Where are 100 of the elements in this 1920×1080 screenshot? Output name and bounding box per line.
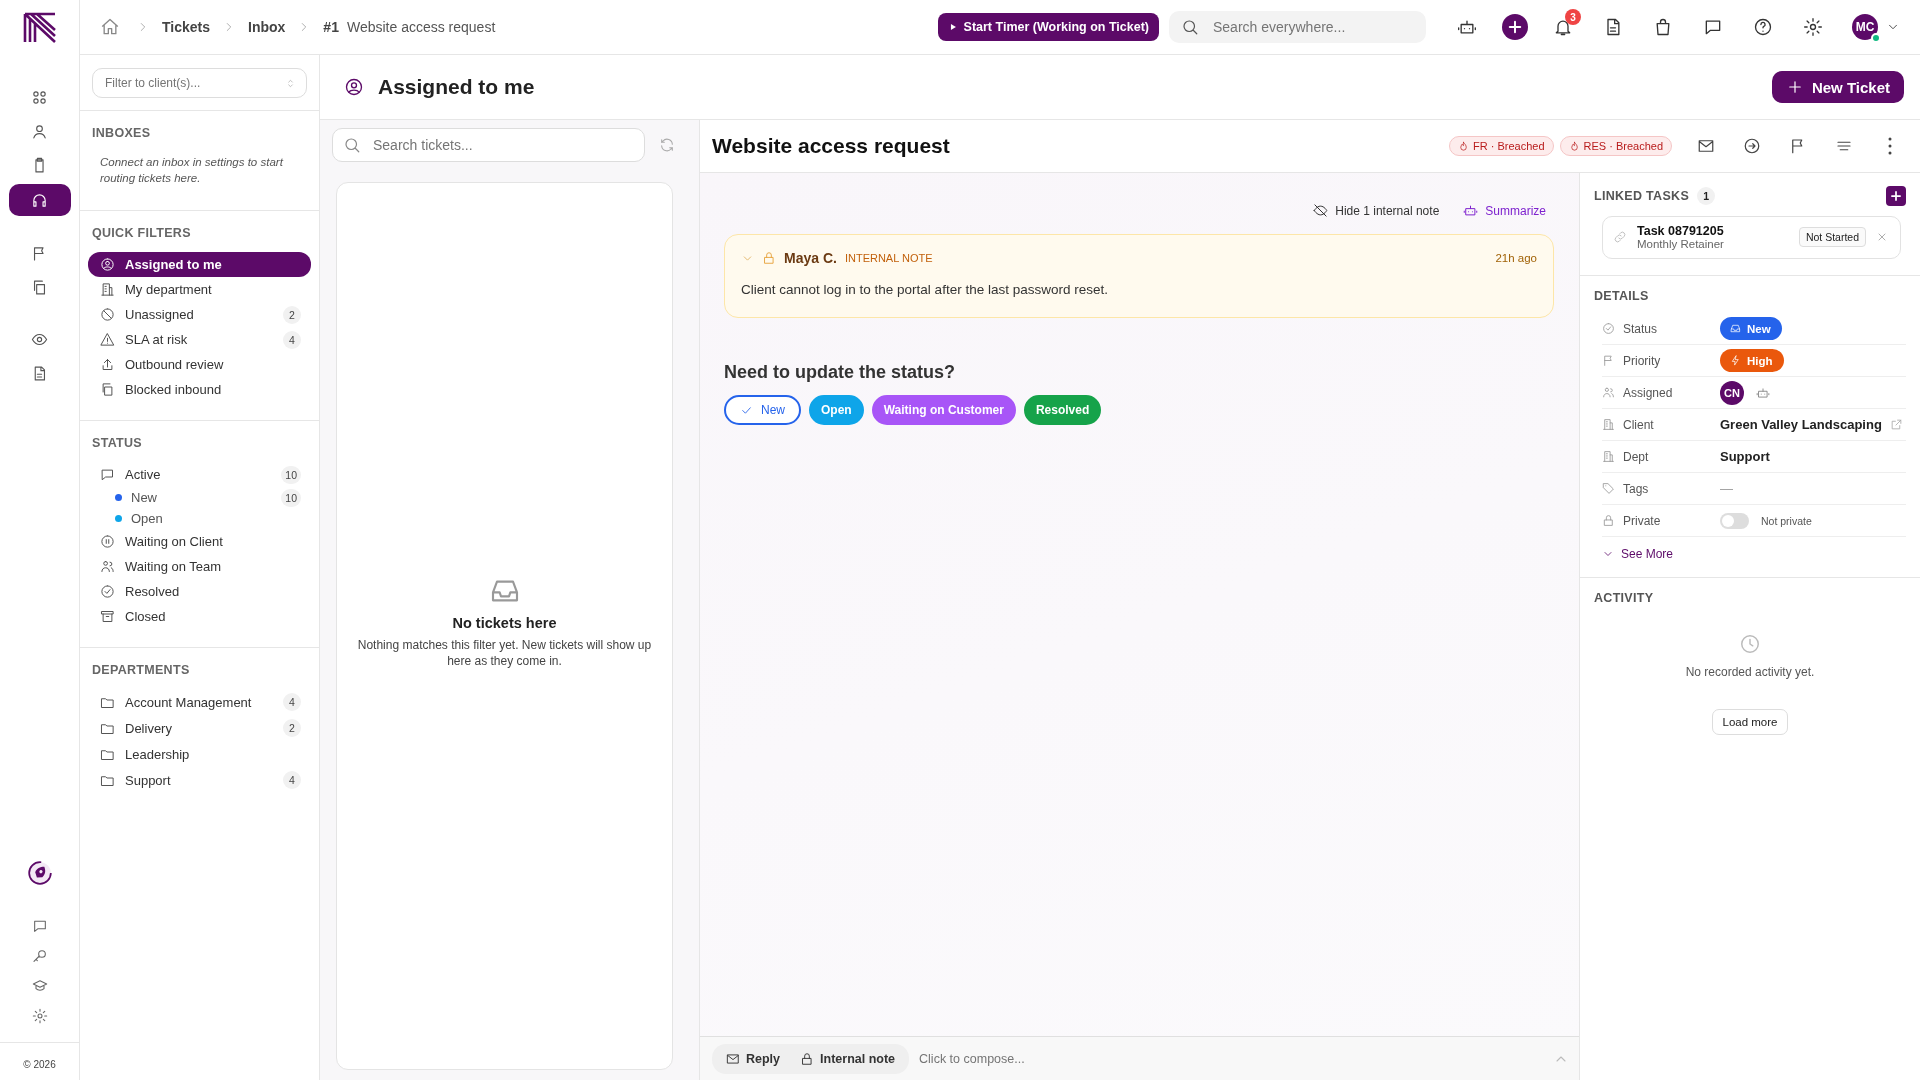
chat-icon	[100, 467, 115, 482]
status-filter-item[interactable]: Waiting on Team	[88, 554, 311, 579]
robot-icon[interactable]	[1756, 385, 1770, 400]
hide-notes-link[interactable]: Hide 1 internal note	[1313, 203, 1440, 218]
client-link[interactable]: Green Valley Landscaping	[1720, 417, 1882, 432]
detail-label: Private	[1623, 513, 1662, 528]
note-text: Client cannot log in to the portal after the last password reset.	[741, 282, 1109, 297]
building-icon	[100, 282, 115, 297]
status-option-button[interactable]: Waiting on Customer	[871, 395, 1016, 425]
detail-value: —	[1720, 481, 1733, 496]
search-icon	[343, 136, 361, 154]
breadcrumb-link[interactable]: Tickets	[162, 19, 210, 35]
upload-icon	[100, 357, 115, 372]
linked-task-count: 1	[1697, 187, 1716, 205]
quick-filter-item[interactable]: Blocked inbound	[88, 377, 311, 402]
detail-value: Support	[1720, 449, 1770, 464]
breadcrumb-current: Website access request	[346, 19, 496, 35]
check-circle-icon	[1602, 322, 1615, 335]
status-filter-item[interactable]: Closed	[88, 604, 311, 629]
note-author: Maya C.	[784, 250, 837, 266]
quick-filter-item[interactable]: Assigned to me	[88, 252, 311, 277]
quick-filter-item[interactable]: My department	[88, 277, 311, 302]
building-icon	[1602, 418, 1615, 431]
status-filter-item[interactable]: New 10	[88, 487, 311, 508]
nav-button[interactable]	[8, 184, 71, 216]
user-avatar[interactable]: MC	[1852, 14, 1878, 40]
status-filter-item[interactable]: Active 10	[88, 462, 311, 487]
headset-icon	[31, 191, 48, 209]
add-task-button[interactable]	[1886, 186, 1906, 206]
bell-button[interactable]: 3	[1545, 9, 1581, 45]
toggle-label: Not private	[1761, 514, 1812, 527]
sla-breached-badge: FR · Breached	[1449, 136, 1554, 156]
up-down-chevron-icon	[285, 77, 296, 89]
status-filter-item[interactable]: Waiting on Client	[88, 529, 311, 554]
start-timer-button[interactable]: Start Timer (Working on Ticket)	[937, 13, 1159, 41]
detail-label: Client	[1623, 417, 1655, 432]
chat-icon[interactable]	[31, 918, 48, 934]
add-button[interactable]	[1502, 14, 1528, 40]
ticket-search-field[interactable]: Search tickets...	[371, 136, 634, 154]
quick-filter-item[interactable]: Unassigned 2	[88, 302, 311, 327]
quick-filter-item[interactable]: Outbound review	[88, 352, 311, 377]
status-option-button[interactable]: New	[724, 395, 801, 425]
mail-icon	[726, 1051, 740, 1066]
global-search-field[interactable]: Search everywhere...	[1169, 11, 1426, 43]
ticket-number: #1	[323, 19, 339, 35]
ban-icon	[100, 307, 115, 322]
assignee-avatar[interactable]: CN	[1720, 380, 1744, 405]
section-heading: DEPARTMENTS	[91, 663, 191, 679]
detail-badge[interactable]: New	[1720, 317, 1782, 340]
link-icon	[1613, 230, 1627, 244]
department-item[interactable]: Support 4	[88, 767, 311, 793]
status-prompt: Need to update the status?	[724, 362, 957, 383]
department-item[interactable]: Delivery 2	[88, 715, 311, 741]
global-search-field[interactable]: Search everywhere...	[1211, 18, 1414, 36]
private-toggle[interactable]	[1720, 512, 1749, 529]
internal-note-tab[interactable]: Internal note	[790, 1045, 906, 1072]
copyright-text: © 2026	[23, 1059, 56, 1070]
new-ticket-button[interactable]: New Ticket	[1771, 71, 1904, 103]
settings-icon	[1803, 17, 1823, 37]
client-filter-field[interactable]: Filter to client(s)...	[92, 68, 307, 98]
plus-icon	[1506, 18, 1524, 36]
logo[interactable]	[21, 11, 58, 44]
clock-icon	[1739, 633, 1761, 655]
status-filter-item[interactable]: Open	[88, 508, 311, 529]
detail-badge[interactable]: High	[1720, 349, 1784, 372]
task-name: Task 08791205	[1637, 224, 1724, 238]
graduation-cap-icon[interactable]	[31, 978, 48, 994]
lock-icon	[1602, 514, 1615, 527]
copy-icon	[31, 278, 48, 296]
eye-off-icon	[1313, 203, 1329, 218]
quick-filter-item[interactable]: SLA at risk 4	[88, 327, 311, 352]
load-more-button[interactable]: Load more	[1711, 709, 1789, 735]
inbox-hint: Connect an inbox in settings to start routing tickets here.	[99, 155, 285, 186]
users-icon	[1602, 386, 1615, 399]
reply-tab[interactable]: Reply	[716, 1045, 791, 1072]
department-item[interactable]: Leadership	[88, 741, 311, 767]
summarize-link[interactable]: Summarize	[1463, 203, 1546, 218]
note-time: 21h ago	[1495, 252, 1537, 264]
detail-label: Dept	[1623, 449, 1650, 464]
settings-icon[interactable]	[31, 1008, 48, 1024]
copy-icon	[100, 382, 115, 397]
status-filter-item[interactable]: Resolved	[88, 579, 311, 604]
section-heading: DETAILS	[1594, 289, 1649, 303]
compose-field[interactable]: Click to compose...	[917, 1050, 1545, 1067]
archive-icon	[100, 609, 115, 624]
tag-icon	[1602, 482, 1615, 495]
client-filter-field[interactable]: Filter to client(s)...	[103, 75, 285, 91]
apps-icon	[31, 88, 48, 106]
empty-state-text: Nothing matches this filter yet. New tickets will show up here as they come in.	[356, 637, 653, 669]
ticket-search-field[interactable]: Search tickets...	[332, 128, 645, 162]
close-icon[interactable]	[1876, 231, 1888, 243]
see-more-link[interactable]: See More	[1602, 547, 1906, 561]
breadcrumb-link[interactable]: Inbox	[248, 19, 286, 35]
linked-task-card[interactable]: Task 08791205 Monthly Retainer Not Started	[1602, 216, 1901, 259]
department-item[interactable]: Account Management 4	[88, 689, 311, 715]
arrow-circle-icon	[1743, 137, 1761, 155]
rocket-progress-icon[interactable]	[26, 860, 53, 886]
home-icon[interactable]	[100, 17, 120, 37]
key-icon[interactable]	[31, 948, 48, 964]
more-icon	[1888, 137, 1892, 155]
